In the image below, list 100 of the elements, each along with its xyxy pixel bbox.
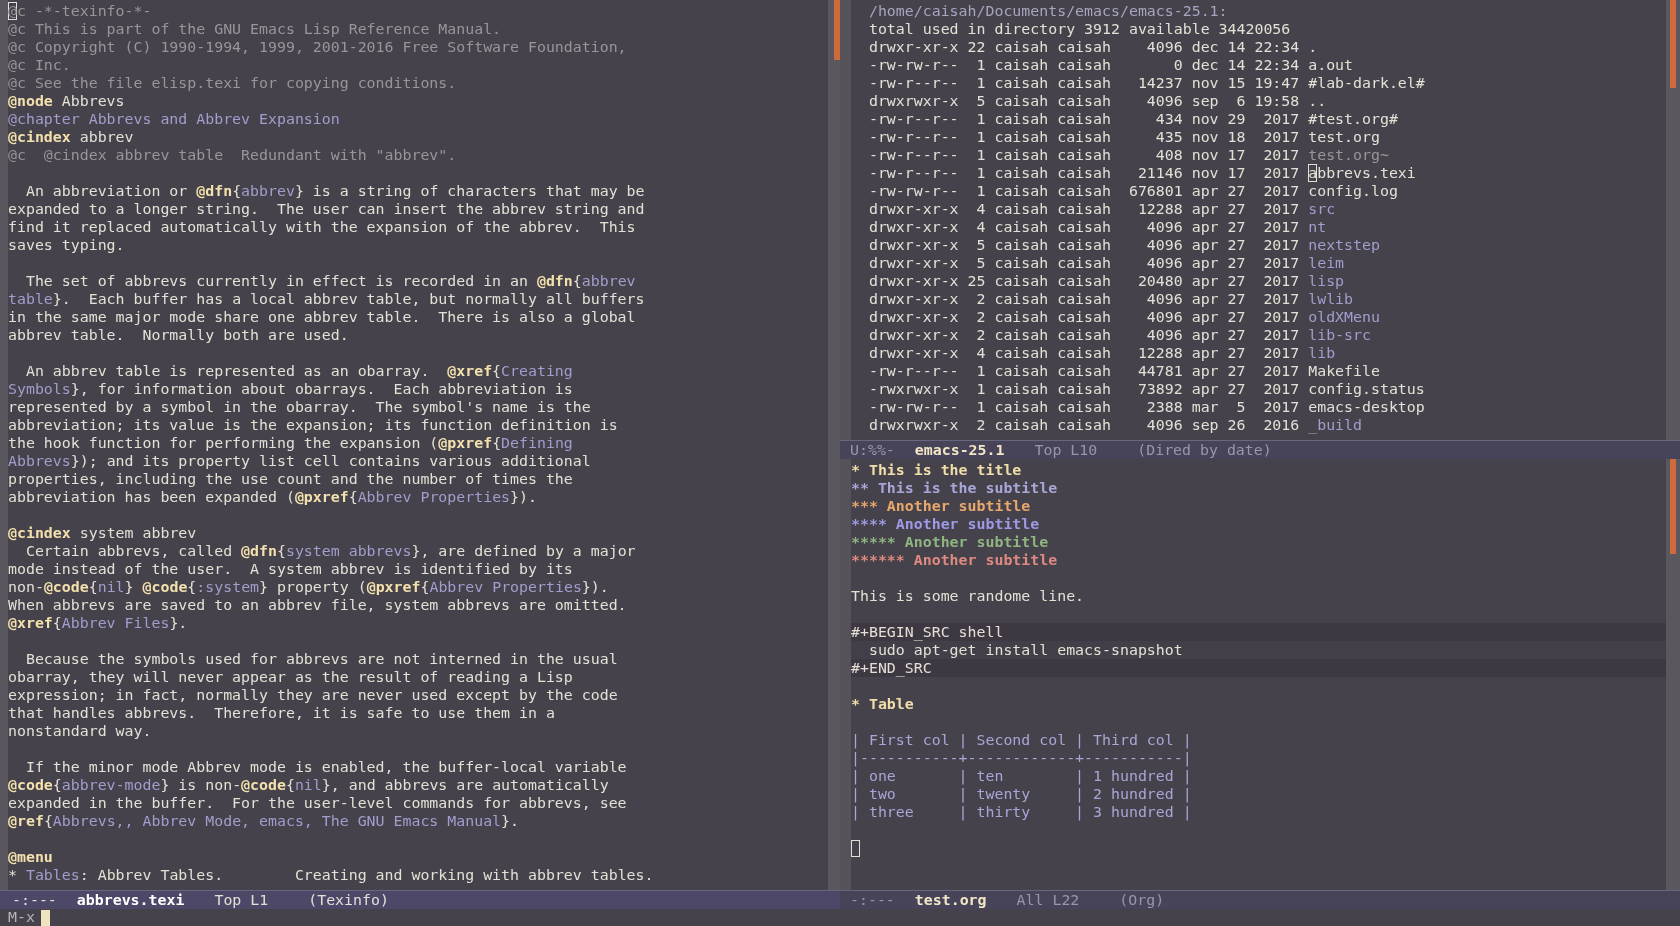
scrollbar-thumb[interactable] [834,0,840,60]
src-block-delimiter: #+END_SRC [851,659,1666,677]
major-mode: (Texinfo) [308,891,389,909]
scrollbar[interactable] [828,0,840,890]
org-heading: * This is the title [851,461,1023,479]
text-line: abbreviation; its value is the expansion; its function definition is [8,416,619,434]
mode-line-status: U:%%- [850,441,895,459]
org-table-row-text: | two | twenty | 2 hundred | [851,785,1193,803]
text-line: @c @cindex abbrev table Redundant with "abbrev". [8,146,458,164]
org-heading: ***** Another subtitle [851,533,1050,551]
text-line: Abbrevs}); and its property list cell contains various additional [8,452,592,470]
text-line: represented by a symbol in the obarray. The symbol's name is the [8,398,592,416]
buffer-position: Top L1 [214,891,269,909]
dired-entry[interactable]: drwxrwxr-x 5 caisah caisah 4096 sep 6 19:58 .. [851,92,1666,110]
text-line: find it replaced automatically with the expansion of the abbrev. This [8,218,637,236]
dired-entry[interactable]: -rw-r--r-- 1 caisah caisah 44781 apr 27 2017 Makefile [851,362,1666,380]
dired-entry[interactable]: -rw-r--r-- 1 caisah caisah 14237 nov 15 19:47 #lab-dark.el# [851,74,1666,92]
text-line: abbrev table. Normally both are used. [8,326,350,344]
org-table-row-text: | First col | Second col | Third col | [851,731,1193,749]
dired-entry[interactable]: drwxr-xr-x 4 caisah caisah 4096 apr 27 2017 nt [851,218,1666,236]
dired-entry[interactable]: -rwxrwxr-x 1 caisah caisah 73892 apr 27 2017 config.status [851,380,1666,398]
dired-entry[interactable]: drwxrwxr-x 2 caisah caisah 4096 sep 26 2016 _build [851,416,1666,434]
text-line: @xref{Abbrev Files}. [8,614,189,632]
text-line: expression; in fact, normally they are never used except by the code [8,686,619,704]
dired-entry[interactable]: -rw-rw-r-- 1 caisah caisah 0 dec 14 22:34 a.out [851,56,1666,74]
org-heading: **** Another subtitle [851,515,1041,533]
text-line: saves typing. [8,236,126,254]
text-line: Symbols}, for information about obarrays. Each abbreviation is [8,380,574,398]
text-line: in the same major mode share one abbrev table. There is also a global [8,308,637,326]
dired-entry[interactable]: drwxr-xr-x 4 caisah caisah 12288 apr 27 2017 lib [851,344,1666,362]
org-table-row-text: | one | ten | 1 hundred | [851,767,1193,785]
scrollbar[interactable] [1666,0,1680,440]
scrollbar-thumb[interactable] [1670,0,1676,88]
buffer-position: Top L10 [1034,441,1098,459]
text-line: obarray, they will never appear as the result of reading a Lisp [8,668,574,686]
text-line: @c Copyright (C) 1990-1994, 1999, 2001-2016 Free Software Foundation, [8,38,628,56]
mode-line-status: -:--- [12,891,57,909]
org-heading: *** Another subtitle [851,497,1032,515]
scrollbar[interactable] [1666,459,1680,890]
dired-entry[interactable]: drwxr-xr-x 25 caisah caisah 20480 apr 27 2017 lisp [851,272,1666,290]
text-line: @cindex system abbrev [8,524,198,542]
scrollbar-thumb[interactable] [1670,459,1676,554]
minibuffer-prompt: M-x [8,909,35,926]
text-line: When abbrevs are saved to an abbrev file, system abbrevs are omitted. [8,596,628,614]
text-cursor [40,909,50,926]
text-line: properties, including the use count and the number of times the [8,470,574,488]
text-line: This is some randome line. [851,587,1086,605]
org-heading: * Table [851,695,915,713]
directory-path: /home/caisah/Documents/emacs/emacs-25.1: [867,2,1229,20]
dired-entry[interactable]: drwxr-xr-x 5 caisah caisah 4096 apr 27 2017 nextstep [851,236,1666,254]
org-table-row-text: |-----------+------------+-----------| [851,749,1193,767]
buffer-name: abbrevs.texi [76,891,185,909]
text-line: Certain abbrevs, called @dfn{system abbrevs}, are defined by a major [24,542,637,560]
major-mode: (Dired by date) [1137,441,1272,459]
text-line: nonstandard way. [8,722,153,740]
directory-summary: total used in directory 3912 available 34420056 [867,20,1292,38]
dired-entry[interactable]: -rw-r--r-- 1 caisah caisah 434 nov 29 2017 #test.org# [851,110,1666,128]
dired-entry[interactable]: -rw-r--r-- 1 caisah caisah 21146 nov 17 2017 abbrevs.texi [851,164,1666,182]
text-line: @c This is part of the GNU Emacs Lisp Reference Manual. [8,20,503,38]
text-line: Because the symbols used for abbrevs are not interned in the usual [24,650,619,668]
dired-entry[interactable]: -rw-r--r-- 1 caisah caisah 408 nov 17 2017 test.org~ [851,146,1666,164]
text-line: @c Inc. [8,56,72,74]
dired-entry[interactable]: drwxr-xr-x 5 caisah caisah 4096 apr 27 2017 leim [851,254,1666,272]
text-line: expanded to a longer string. The user can insert the abbrev string and [8,200,646,218]
text-line: non-@code{nil} @code{:system} property (@pxref{Abbrev Properties}). [8,578,610,596]
text-line: table}. Each buffer has a local abbrev table, but normally all buffers [8,290,646,308]
text-line: If the minor mode Abbrev mode is enabled, the buffer-local variable [24,758,628,776]
text-line: @node Abbrevs [8,92,126,110]
org-table-row-text: | three | thirty | 3 hundred | [851,803,1193,821]
src-block-delimiter: #+BEGIN_SRC shell [851,623,1666,641]
text-line: the hook function for performing the expansion (@pxref{Defining [8,434,574,452]
text-line: @cindex abbrev [8,128,135,146]
text-line: @chapter Abbrevs and Abbrev Expansion [8,110,341,128]
text-line: abbreviation has been expanded (@pxref{Abbrev Properties}). [8,488,538,506]
text-line: mode instead of the user. A system abbrev is identified by its [8,560,574,578]
text-line: * Tables: Abbrev Tables. Creating and working with abbrev tables. [8,866,655,884]
text-line: @c See the file elisp.texi for copying conditions. [8,74,458,92]
org-heading: ****** Another subtitle [851,551,1059,569]
dired-entry[interactable]: drwxr-xr-x 22 caisah caisah 4096 dec 14 22:34 . [851,38,1666,56]
buffer-name: emacs-25.1 [914,441,1005,459]
buffer-name: test.org [914,891,987,909]
buffer-position: All L22 [1016,891,1080,909]
dired-entry[interactable]: drwxr-xr-x 2 caisah caisah 4096 apr 27 2017 oldXMenu [851,308,1666,326]
text-line: An abbreviation or @dfn{abbrev} is a string of characters that may be [24,182,646,200]
text-line: expanded in the buffer. For the user-level commands for abbrevs, see [8,794,628,812]
major-mode: (Org) [1119,891,1165,909]
dired-entry[interactable]: -rw-r--r-- 1 caisah caisah 435 nov 18 2017 test.org [851,128,1666,146]
text-cursor [851,840,860,857]
text-line: that handles abbrevs. Therefore, it is safe to use them in a [8,704,556,722]
dired-entry[interactable]: drwxr-xr-x 2 caisah caisah 4096 apr 27 2017 lib-src [851,326,1666,344]
org-heading: ** This is the subtitle [851,479,1059,497]
text-line: @ref{Abbrevs,, Abbrev Mode, emacs, The GNU Emacs Manual}. [8,812,521,830]
text-line: @code{abbrev-mode} is non-@code{nil}, and abbrevs are automatically [8,776,610,794]
dired-entry[interactable]: drwxr-xr-x 2 caisah caisah 4096 apr 27 2017 lwlib [851,290,1666,308]
dired-entry[interactable]: drwxr-xr-x 4 caisah caisah 12288 apr 27 2017 src [851,200,1666,218]
text-line: The set of abbrevs currently in effect is recorded in an @dfn{abbrev [24,272,637,290]
text-line: @menu [8,848,54,866]
dired-entry[interactable]: -rw-rw-r-- 1 caisah caisah 676801 apr 27 2017 config.log [851,182,1666,200]
dired-entry[interactable]: -rw-rw-r-- 1 caisah caisah 2388 mar 5 2017 emacs-desktop [851,398,1666,416]
mode-line-status: -:--- [850,891,895,909]
